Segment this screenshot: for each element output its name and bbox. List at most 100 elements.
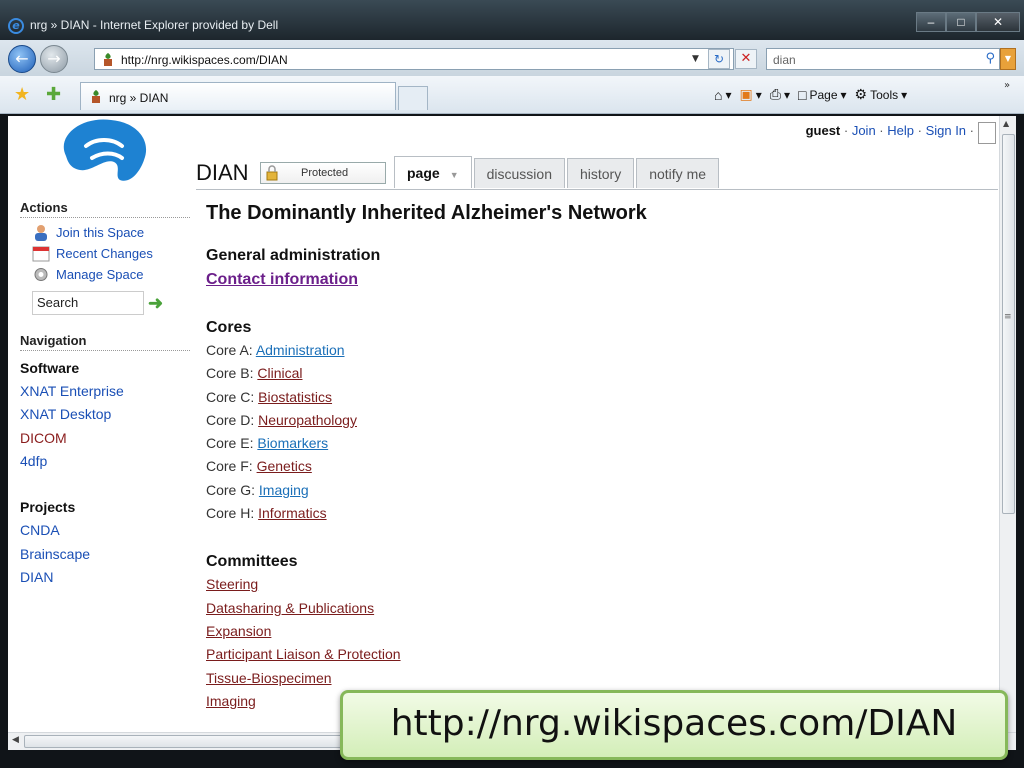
hscroll-thumb[interactable] (24, 735, 344, 748)
space-title[interactable]: DIAN (196, 160, 249, 186)
user-name: guest (805, 123, 841, 138)
search-provider-dropdown[interactable]: ▼ (1000, 48, 1016, 70)
core-genetics-link[interactable]: Genetics (257, 458, 312, 474)
address-bar[interactable]: http://nrg.wikispaces.com/DIAN (94, 48, 734, 70)
tab-history[interactable]: history (566, 158, 635, 188)
nav-xnat-desktop[interactable]: XNAT Desktop (20, 403, 190, 426)
go-arrow-icon[interactable]: ➜ (148, 293, 163, 314)
core-label: Core H: (206, 505, 259, 522)
committee-imaging-link[interactable]: Imaging (206, 693, 256, 709)
url-caption-box: http://nrg.wikispaces.com/DIAN (340, 690, 1008, 760)
nav-dicom[interactable]: DICOM (20, 427, 190, 450)
stop-button[interactable]: ✕ (735, 49, 757, 69)
address-row: ← → http://nrg.wikispaces.com/DIAN ▼ ↻ ✕… (0, 40, 1024, 76)
recent-changes-label: Recent Changes (56, 246, 153, 261)
refresh-button[interactable]: ↻ (708, 49, 730, 69)
chevron-overflow-icon[interactable]: » (1004, 80, 1010, 91)
tab-discussion[interactable]: discussion (473, 158, 565, 188)
back-button[interactable]: ← (8, 45, 36, 73)
navigation-list: Software XNAT Enterprise XNAT Desktop DI… (20, 357, 190, 589)
forward-button[interactable]: → (40, 45, 68, 73)
wikispaces-favicon-icon (104, 53, 112, 66)
list-item: Core H: Informatics (206, 502, 996, 525)
core-neuropathology-link[interactable]: Neuropathology (258, 412, 357, 428)
home-icon: ⌂ (714, 86, 723, 103)
list-item: Steering (206, 573, 996, 596)
close-button[interactable]: ✕ (976, 12, 1020, 32)
tools-menu[interactable]: ⚙ Tools ▾ (855, 86, 908, 103)
calendar-icon (32, 246, 50, 262)
nav-brainscape[interactable]: Brainscape (20, 543, 190, 566)
list-item: Core F: Genetics (206, 455, 996, 478)
core-clinical-link[interactable]: Clinical (257, 365, 302, 381)
core-biomarkers-link[interactable]: Biomarkers (257, 435, 328, 451)
url-text: http://nrg.wikispaces.com/DIAN (121, 53, 288, 67)
committee-tissue-biospecimen-link[interactable]: Tissue-Biospecimen (206, 670, 332, 686)
gear-icon: ⚙ (854, 86, 868, 102)
join-link[interactable]: Join (852, 123, 876, 138)
address-dropdown-icon[interactable]: ▼ (692, 54, 699, 64)
committees-heading: Committees (206, 553, 298, 571)
help-link[interactable]: Help (887, 123, 914, 138)
manage-space-link[interactable]: Manage Space (20, 264, 190, 285)
core-label: Core C: (206, 388, 259, 405)
scroll-grip-icon: ≡ (1004, 312, 1012, 322)
maximize-button[interactable]: □ (946, 12, 976, 32)
core-label: Core G: (206, 481, 259, 498)
home-button[interactable]: ⌂ ▾ (714, 86, 732, 103)
sign-in-link[interactable]: Sign In (926, 123, 966, 138)
avatar[interactable] (978, 122, 996, 144)
favorites-star-icon[interactable]: ★ (14, 84, 30, 105)
tab-page[interactable]: page ▼ (394, 156, 472, 188)
scroll-thumb[interactable] (1002, 134, 1015, 514)
ie-window: e nrg » DIAN - Internet Explorer provide… (0, 0, 1024, 768)
search-icon[interactable]: ⚲ (985, 51, 995, 66)
core-administration-link[interactable]: Administration (256, 342, 345, 358)
page-menu-label: Page (809, 87, 838, 102)
scroll-up-icon[interactable]: ▲ (1003, 119, 1009, 128)
committee-participant-liaison-link[interactable]: Participant Liaison & Protection (206, 646, 401, 662)
nav-4dfp[interactable]: 4dfp (20, 450, 190, 473)
browser-tab[interactable]: nrg » DIAN (80, 82, 396, 110)
recent-changes-link[interactable]: Recent Changes (20, 243, 190, 264)
vertical-scrollbar[interactable]: ▲ ≡ (999, 116, 1016, 732)
feeds-button[interactable]: ▣ ▾ (740, 86, 762, 103)
committee-steering-link[interactable]: Steering (206, 576, 258, 592)
core-biostatistics-link[interactable]: Biostatistics (258, 389, 332, 405)
committee-expansion-link[interactable]: Expansion (206, 623, 271, 639)
list-item: Core A: Administration (206, 339, 996, 362)
tab-row: ★ ✚ nrg » DIAN ⌂ ▾ ▣ ▾ ⎙ ▾ □ Page ▾ ⚙ Tools ▾ » (0, 76, 1024, 114)
core-imaging-link[interactable]: Imaging (259, 482, 309, 498)
nav-cnda[interactable]: CNDA (20, 519, 190, 542)
sidebar: Actions Join this Space Recent Changes M… (20, 200, 190, 589)
user-links: guest · Join · Help · Sign In · (805, 123, 974, 138)
minimize-button[interactable]: – (916, 12, 946, 32)
add-favorites-icon[interactable]: ✚ (46, 84, 61, 105)
contact-information-link[interactable]: Contact information (206, 271, 358, 288)
committee-datasharing-link[interactable]: Datasharing & Publications (206, 600, 374, 616)
title-bar: e nrg » DIAN - Internet Explorer provide… (0, 0, 1024, 40)
page-title: The Dominantly Inherited Alzheimer's Net… (206, 202, 647, 224)
core-label: Core B: (206, 365, 258, 382)
new-tab-button[interactable] (398, 86, 428, 110)
main-content: The Dominantly Inherited Alzheimer's Net… (206, 202, 996, 713)
join-space-link[interactable]: Join this Space (20, 222, 190, 243)
sidebar-search-input[interactable]: Search (32, 291, 144, 315)
projects-heading: Projects (20, 499, 76, 516)
nav-xnat-enterprise[interactable]: XNAT Enterprise (20, 380, 190, 403)
protected-badge: Protected (260, 162, 386, 184)
tab-notify-me[interactable]: notify me (636, 158, 720, 188)
scroll-left-icon[interactable]: ◀ (12, 735, 19, 745)
search-input[interactable]: dian ⚲ (766, 48, 1000, 70)
page-menu[interactable]: □ Page ▾ (798, 86, 847, 103)
nav-dian[interactable]: DIAN (20, 566, 190, 589)
lock-icon (266, 165, 278, 181)
tools-menu-label: Tools (870, 87, 899, 102)
cores-heading: Cores (206, 319, 252, 336)
core-label: Core F: (206, 458, 257, 475)
chevron-down-icon[interactable]: ▼ (450, 170, 459, 180)
print-button[interactable]: ⎙ ▾ (770, 86, 790, 103)
core-label: Core A: (206, 342, 256, 358)
core-informatics-link[interactable]: Informatics (258, 505, 326, 521)
